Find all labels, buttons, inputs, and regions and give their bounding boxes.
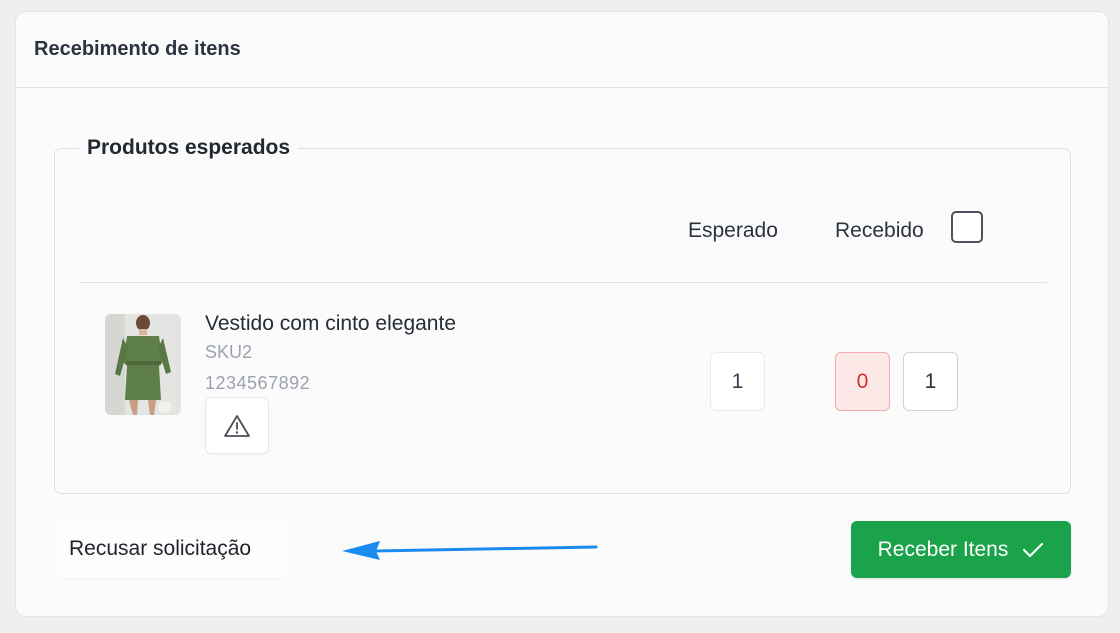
page-title: Recebimento de itens [34, 38, 241, 60]
product-sku: SKU2 [205, 342, 253, 362]
product-barcode: 1234567892 [205, 373, 311, 393]
fieldset-legend: Produtos esperados [79, 136, 299, 160]
product-photo-green-dress [105, 314, 181, 415]
card-header: Recebimento de itens [16, 12, 1108, 88]
column-header-received: Recebido [835, 219, 924, 242]
reject-request-button[interactable]: Recusar solicitação [56, 520, 288, 578]
report-issue-button[interactable] [205, 397, 269, 454]
receive-button-label: Receber Itens [877, 537, 1009, 561]
warning-triangle-icon [224, 414, 250, 437]
expected-quantity: 1 [710, 352, 765, 411]
reject-button-label: Recusar solicitação [69, 537, 252, 560]
select-all-checkbox[interactable] [951, 211, 983, 243]
expected-products-fieldset: Produtos esperados Esperado Recebido Ves… [54, 136, 1071, 494]
product-image [105, 314, 181, 415]
column-header-expected: Esperado [688, 219, 778, 242]
received-count-badge: 0 [835, 352, 890, 411]
header-divider [79, 282, 1047, 283]
annotation-arrow-icon [342, 541, 598, 560]
checkmark-icon [1023, 542, 1044, 557]
product-name: Vestido com cinto elegante [205, 312, 456, 335]
received-quantity-input[interactable]: 1 [903, 352, 958, 411]
receive-items-button[interactable]: Receber Itens [851, 521, 1071, 578]
